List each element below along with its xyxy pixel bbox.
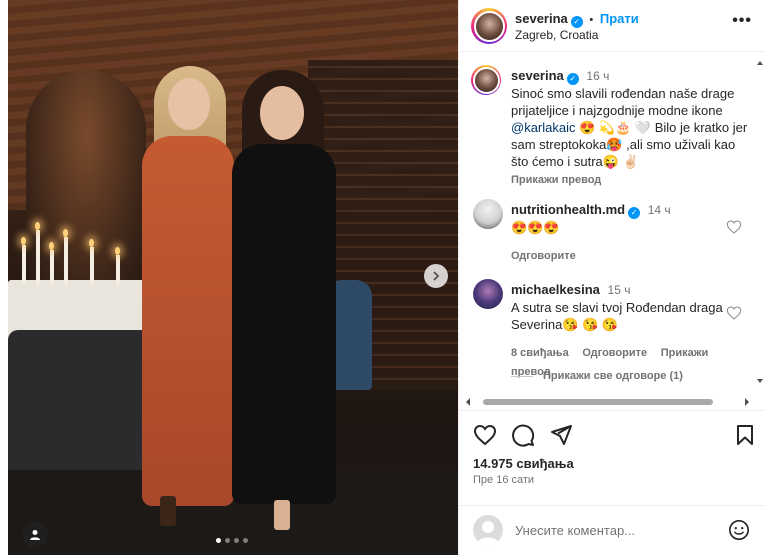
- caption-avatar[interactable]: [471, 65, 501, 95]
- like-heart-icon[interactable]: [473, 423, 497, 447]
- comment-text: 😍😍😍: [511, 220, 560, 235]
- comment-item: michaelkesina 15 ч A sutra se slavi tvoj…: [511, 281, 751, 381]
- post-photo[interactable]: [8, 0, 458, 555]
- caption-emojis-2: 🥵: [606, 137, 623, 152]
- current-user-avatar: [473, 515, 503, 545]
- more-options-button[interactable]: •••: [732, 12, 752, 30]
- caption-text: Sinoć smo slavili rođendan naše drage pr…: [511, 86, 735, 118]
- comment-composer: [459, 505, 765, 555]
- comment-avatar[interactable]: [473, 279, 503, 309]
- caption-translate-button[interactable]: Прикажи превод: [511, 174, 601, 186]
- emoji-picker-icon[interactable]: [728, 519, 750, 541]
- comments-list: severina ✓ 16 ч Sinoć smo slavili rođenda…: [459, 53, 765, 396]
- photo-person-black-dress: [228, 70, 343, 530]
- replies-divider: [511, 375, 533, 377]
- carousel-dot: [216, 538, 221, 543]
- post-action-bar: [459, 410, 765, 458]
- chevron-right-icon: [433, 271, 440, 281]
- post-timestamp[interactable]: Пре 16 сати: [473, 474, 534, 486]
- author-username[interactable]: severina: [515, 11, 568, 26]
- comment-avatar[interactable]: [473, 199, 503, 229]
- caption: severina ✓ 16 ч Sinoć smo slavili rođenda…: [511, 67, 751, 189]
- comments-scrollbar[interactable]: [757, 60, 763, 390]
- post-location[interactable]: Zagreb, Croatia: [515, 28, 598, 42]
- view-replies-button[interactable]: Прикажи све одговоре (1): [543, 370, 683, 382]
- follow-button[interactable]: Прати: [600, 11, 639, 26]
- view-replies-row[interactable]: Прикажи све одговоре (1): [511, 370, 683, 382]
- comment-input[interactable]: [515, 519, 715, 541]
- verified-badge-icon: ✓: [570, 15, 583, 28]
- comment-username[interactable]: nutritionhealth.md: [511, 202, 625, 217]
- comment-text: A sutra se slavi tvoj Rođendan draga Sev…: [511, 300, 723, 332]
- scroll-down-icon[interactable]: [757, 378, 763, 384]
- comment-username[interactable]: michaelkesina: [511, 282, 600, 297]
- header-separator: •: [589, 14, 594, 26]
- caption-username[interactable]: severina: [511, 68, 564, 83]
- default-avatar-icon: [477, 521, 499, 545]
- scrollbar-thumb[interactable]: [483, 399, 713, 405]
- author-avatar[interactable]: [471, 8, 507, 44]
- tagged-users-button[interactable]: [22, 522, 48, 548]
- user-icon: [30, 530, 40, 540]
- comment-item: nutritionhealth.md ✓ 14 ч 😍😍😍 Одговорите: [511, 201, 751, 265]
- caption-emojis: 😍 💫🎂 🤍: [575, 120, 655, 135]
- comment-like-heart-icon[interactable]: [726, 219, 742, 235]
- carousel-next-button[interactable]: [424, 264, 448, 288]
- likes-count[interactable]: 14.975 свиђања: [473, 456, 574, 471]
- save-bookmark-icon[interactable]: [733, 423, 757, 447]
- instagram-post-modal: severina ✓ • Прати Zagreb, Croatia ••• se…: [0, 0, 765, 555]
- comment-bubble-icon[interactable]: [511, 423, 535, 447]
- scroll-right-icon[interactable]: [744, 398, 750, 406]
- comment-like-heart-icon[interactable]: [726, 305, 742, 321]
- comment-time[interactable]: 14 ч: [648, 203, 671, 217]
- comment-likes-count[interactable]: 8 свиђања: [511, 347, 569, 359]
- share-send-icon[interactable]: [549, 423, 573, 447]
- caption-emojis-3: 😜 ✌🏻: [602, 154, 639, 169]
- comment-reply-button[interactable]: Одговорите: [582, 347, 647, 359]
- photo-candles: [16, 205, 136, 285]
- caption-mention[interactable]: @karlakaic: [511, 120, 576, 135]
- carousel-indicator: [216, 538, 248, 543]
- carousel-dot: [234, 538, 239, 543]
- horizontal-scrollbar[interactable]: [463, 396, 753, 408]
- verified-badge-icon: ✓: [566, 72, 579, 85]
- scroll-up-icon[interactable]: [757, 60, 763, 66]
- carousel-dot: [243, 538, 248, 543]
- post-side-panel: severina ✓ • Прати Zagreb, Croatia ••• se…: [458, 0, 765, 555]
- scroll-left-icon[interactable]: [465, 398, 471, 406]
- post-header: severina ✓ • Прати Zagreb, Croatia •••: [459, 0, 765, 52]
- carousel-dot: [225, 538, 230, 543]
- verified-badge-icon: ✓: [628, 206, 641, 219]
- comment-reply-button[interactable]: Одговорите: [511, 250, 576, 262]
- comment-time[interactable]: 15 ч: [608, 283, 631, 297]
- caption-time[interactable]: 16 ч: [586, 69, 609, 83]
